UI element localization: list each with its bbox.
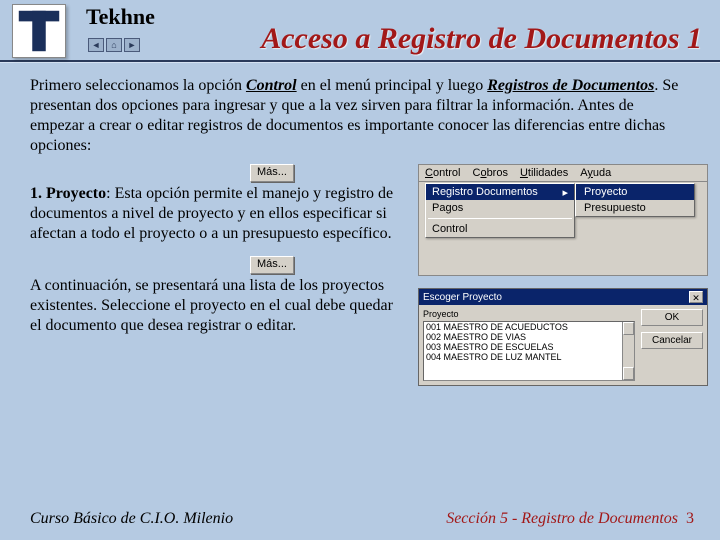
cancel-button[interactable]: Cancelar: [641, 332, 703, 349]
menu-control[interactable]: Control: [425, 167, 460, 179]
block-lista: Más... A continuación, se presentará una…: [30, 256, 408, 336]
intro-paragraph: Primero seleccionamos la opción Control …: [0, 62, 720, 164]
footer-right: Sección 5 - Registro de Documentos: [446, 510, 678, 527]
page-title: Acceso a Registro de Documentos 1: [261, 22, 702, 56]
menu-screenshot: Control Cobros Utilidades Ayuda Registro…: [418, 164, 708, 276]
submenu: Proyecto Presupuesto: [575, 183, 695, 217]
ok-button[interactable]: OK: [641, 309, 703, 326]
menu-bar: Control Cobros Utilidades Ayuda: [419, 165, 707, 182]
block2-text: A continuación, se presentará una lista …: [30, 277, 393, 334]
dropdown-item-control[interactable]: Control: [426, 221, 574, 237]
slide-footer: Curso Básico de C.I.O. Milenio Sección 5…: [0, 510, 720, 528]
nav-next-icon[interactable]: ►: [124, 38, 140, 52]
submenu-presupuesto[interactable]: Presupuesto: [576, 200, 694, 216]
menu-cobros[interactable]: Cobros: [472, 167, 507, 179]
list-item[interactable]: 003 MAESTRO DE ESCUELAS: [424, 342, 634, 352]
dialog-field-label: Proyecto: [423, 309, 635, 319]
dialog-titlebar: Escoger Proyecto ✕: [419, 289, 707, 305]
menu-ayuda[interactable]: Ayuda: [580, 167, 611, 179]
menu-utilidades[interactable]: Utilidades: [520, 167, 568, 179]
mas-button-2[interactable]: Más...: [250, 256, 294, 274]
submenu-proyecto[interactable]: Proyecto: [576, 184, 694, 200]
slide-header: Tekhne ◄ ⌂ ► Acceso a Registro de Docume…: [0, 0, 720, 56]
block1-lead: 1. Proyecto: [30, 185, 106, 202]
mas-button-1[interactable]: Más...: [250, 164, 294, 182]
scrollbar[interactable]: [622, 322, 634, 380]
list-item[interactable]: 004 MAESTRO DE LUZ MANTEL: [424, 352, 634, 362]
dropdown-item-pagos[interactable]: Pagos: [426, 200, 574, 216]
dialog-title-text: Escoger Proyecto: [423, 292, 502, 303]
dialog-screenshot: Escoger Proyecto ✕ Proyecto 001 MAESTRO …: [418, 288, 708, 386]
nav-prev-icon[interactable]: ◄: [88, 38, 104, 52]
dialog-listbox[interactable]: 001 MAESTRO DE ACUEDUCTOS 002 MAESTRO DE…: [423, 321, 635, 381]
page-number: 3: [686, 510, 694, 527]
close-icon[interactable]: ✕: [689, 291, 703, 303]
dropdown-item-registro[interactable]: Registro Documentos▸: [426, 184, 574, 200]
nav-home-icon[interactable]: ⌂: [106, 38, 122, 52]
block-proyecto: Más... 1. Proyecto: Esta opción permite …: [30, 164, 408, 244]
brand-name: Tekhne: [86, 4, 160, 30]
brand-logo: [12, 4, 66, 58]
dropdown-control: Registro Documentos▸ Pagos Control: [425, 183, 575, 238]
list-item[interactable]: 002 MAESTRO DE VIAS: [424, 332, 634, 342]
list-item[interactable]: 001 MAESTRO DE ACUEDUCTOS: [424, 322, 634, 332]
footer-left: Curso Básico de C.I.O. Milenio: [30, 510, 233, 528]
dropdown-separator: [428, 218, 572, 219]
